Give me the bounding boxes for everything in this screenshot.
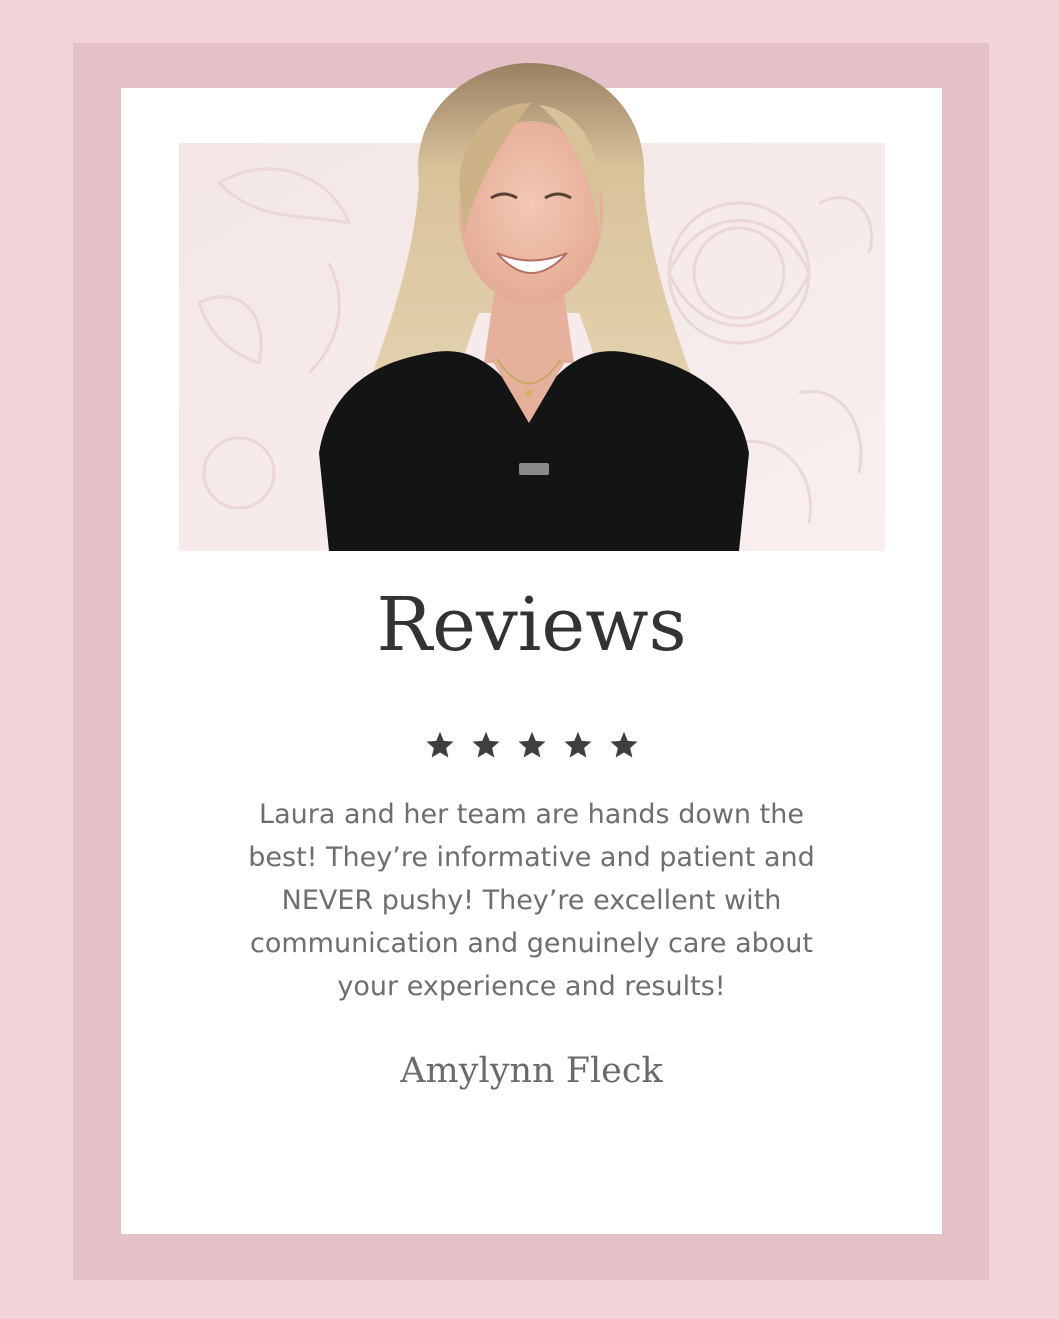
star-icon [426, 731, 453, 758]
rating-stars [121, 730, 942, 760]
portrait-photo [179, 63, 885, 551]
star-icon [564, 731, 591, 758]
star-icon [472, 731, 499, 758]
star-icon [518, 731, 545, 758]
review-author: Amylynn Fleck [400, 1051, 663, 1091]
star-icon [610, 731, 637, 758]
review-text: Laura and her team are hands down the be… [248, 799, 815, 1002]
woman-portrait [319, 63, 749, 551]
review-card: Reviews Laura and her team are hands dow… [121, 63, 942, 1234]
page-title: Reviews [376, 582, 687, 668]
